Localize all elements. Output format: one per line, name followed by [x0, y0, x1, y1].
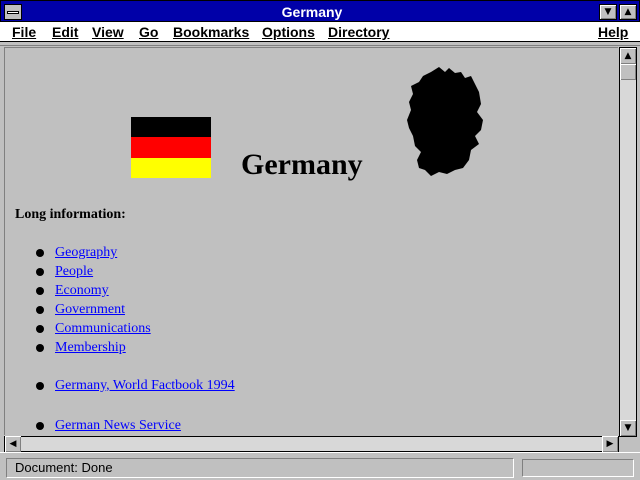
menu-bookmarks[interactable]: Bookmarks [173, 23, 249, 41]
link-people[interactable]: People [55, 264, 93, 280]
progress-indicator [522, 459, 634, 477]
flag-stripe-black [131, 117, 211, 138]
title-bar: Germany ▼ ▲ [0, 0, 640, 22]
flag-stripe-gold [131, 157, 211, 178]
menu-go[interactable]: Go [139, 23, 158, 41]
system-menu-button[interactable] [4, 4, 22, 20]
menu-help[interactable]: Help [598, 23, 628, 41]
menu-view[interactable]: View [92, 23, 124, 41]
menu-bar: File Edit View Go Bookmarks Options Dire… [0, 22, 640, 42]
bullet [36, 325, 44, 333]
bullet [36, 287, 44, 295]
link-german-news-service[interactable]: German News Service [55, 418, 181, 434]
scroll-thumb[interactable] [620, 64, 636, 80]
link-communications[interactable]: Communications [55, 321, 151, 337]
bullet [36, 306, 44, 314]
long-information-label: Long information: [15, 207, 126, 222]
menu-directory[interactable]: Directory [328, 23, 389, 41]
link-geography[interactable]: Geography [55, 245, 117, 261]
scroll-right-button[interactable]: ▶ [602, 436, 618, 452]
germany-flag-image [131, 117, 211, 178]
bullet [36, 344, 44, 352]
status-bar: Document: Done [0, 452, 640, 480]
toolbar-separator [0, 42, 640, 46]
horizontal-scrollbar[interactable]: ◀ ▶ [4, 436, 619, 452]
bullet [36, 249, 44, 257]
menu-edit[interactable]: Edit [52, 23, 78, 41]
minimize-button[interactable]: ▼ [599, 4, 617, 20]
document-view: Germany Long information: Geography Peop… [4, 47, 618, 435]
menu-file[interactable]: File [12, 23, 36, 41]
vertical-scrollbar[interactable]: ▲ ▼ [619, 47, 637, 437]
scroll-up-button[interactable]: ▲ [620, 48, 636, 64]
window-title: Germany [281, 4, 343, 20]
germany-map-image [407, 67, 483, 176]
page-heading: Germany [241, 148, 363, 181]
link-economy[interactable]: Economy [55, 283, 109, 299]
flag-stripe-red [131, 137, 211, 158]
link-government[interactable]: Government [55, 302, 125, 318]
link-membership[interactable]: Membership [55, 340, 126, 356]
bullet [36, 382, 44, 390]
maximize-button[interactable]: ▲ [619, 4, 637, 20]
menu-options[interactable]: Options [262, 23, 315, 41]
status-text: Document: Done [6, 458, 514, 478]
bullet [36, 422, 44, 430]
bullet [36, 268, 44, 276]
scroll-down-button[interactable]: ▼ [620, 420, 636, 436]
link-world-factbook[interactable]: Germany, World Factbook 1994 [55, 378, 235, 394]
scroll-left-button[interactable]: ◀ [5, 436, 21, 452]
